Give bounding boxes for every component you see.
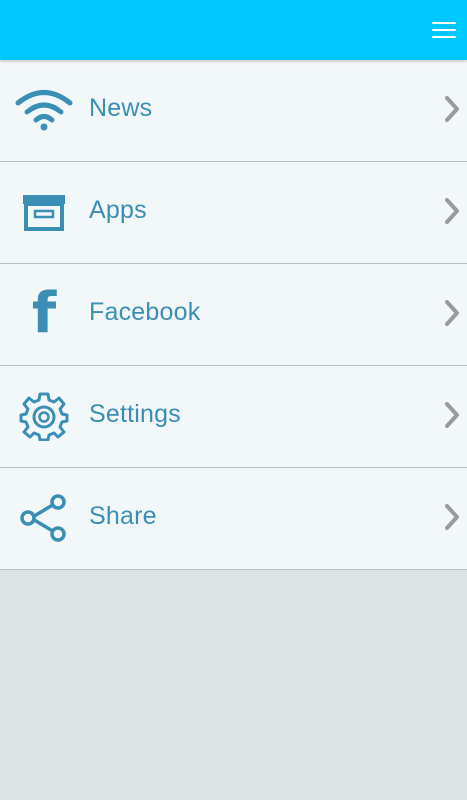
menu-item-label: Apps (89, 196, 147, 224)
chevron-right-icon (445, 504, 459, 530)
wifi-icon (14, 82, 74, 138)
menu-item-label: Share (89, 502, 157, 530)
menu-item-news[interactable]: News (0, 60, 467, 162)
app-screen: News Apps f Facebook Settings Share (0, 0, 467, 800)
hamburger-menu-icon[interactable] (429, 15, 459, 45)
share-icon (14, 490, 74, 546)
menu-line (432, 36, 456, 38)
menu-item-facebook[interactable]: f Facebook (0, 264, 467, 366)
chevron-right-icon (445, 402, 459, 428)
gear-icon (14, 388, 74, 444)
menu-item-label: News (89, 94, 153, 122)
menu-line (432, 22, 456, 24)
menu-item-label: Facebook (89, 298, 201, 326)
menu-item-settings[interactable]: Settings (0, 366, 467, 468)
chevron-right-icon (445, 96, 459, 122)
menu-item-label: Settings (89, 400, 181, 428)
menu-line (432, 29, 456, 31)
menu-list: News Apps f Facebook Settings Share (0, 60, 467, 570)
chevron-right-icon (445, 198, 459, 224)
chevron-right-icon (445, 300, 459, 326)
facebook-icon: f (31, 281, 57, 346)
top-app-bar (0, 0, 467, 60)
menu-item-apps[interactable]: Apps (0, 162, 467, 264)
archive-box-icon (14, 184, 74, 240)
menu-item-share[interactable]: Share (0, 468, 467, 570)
